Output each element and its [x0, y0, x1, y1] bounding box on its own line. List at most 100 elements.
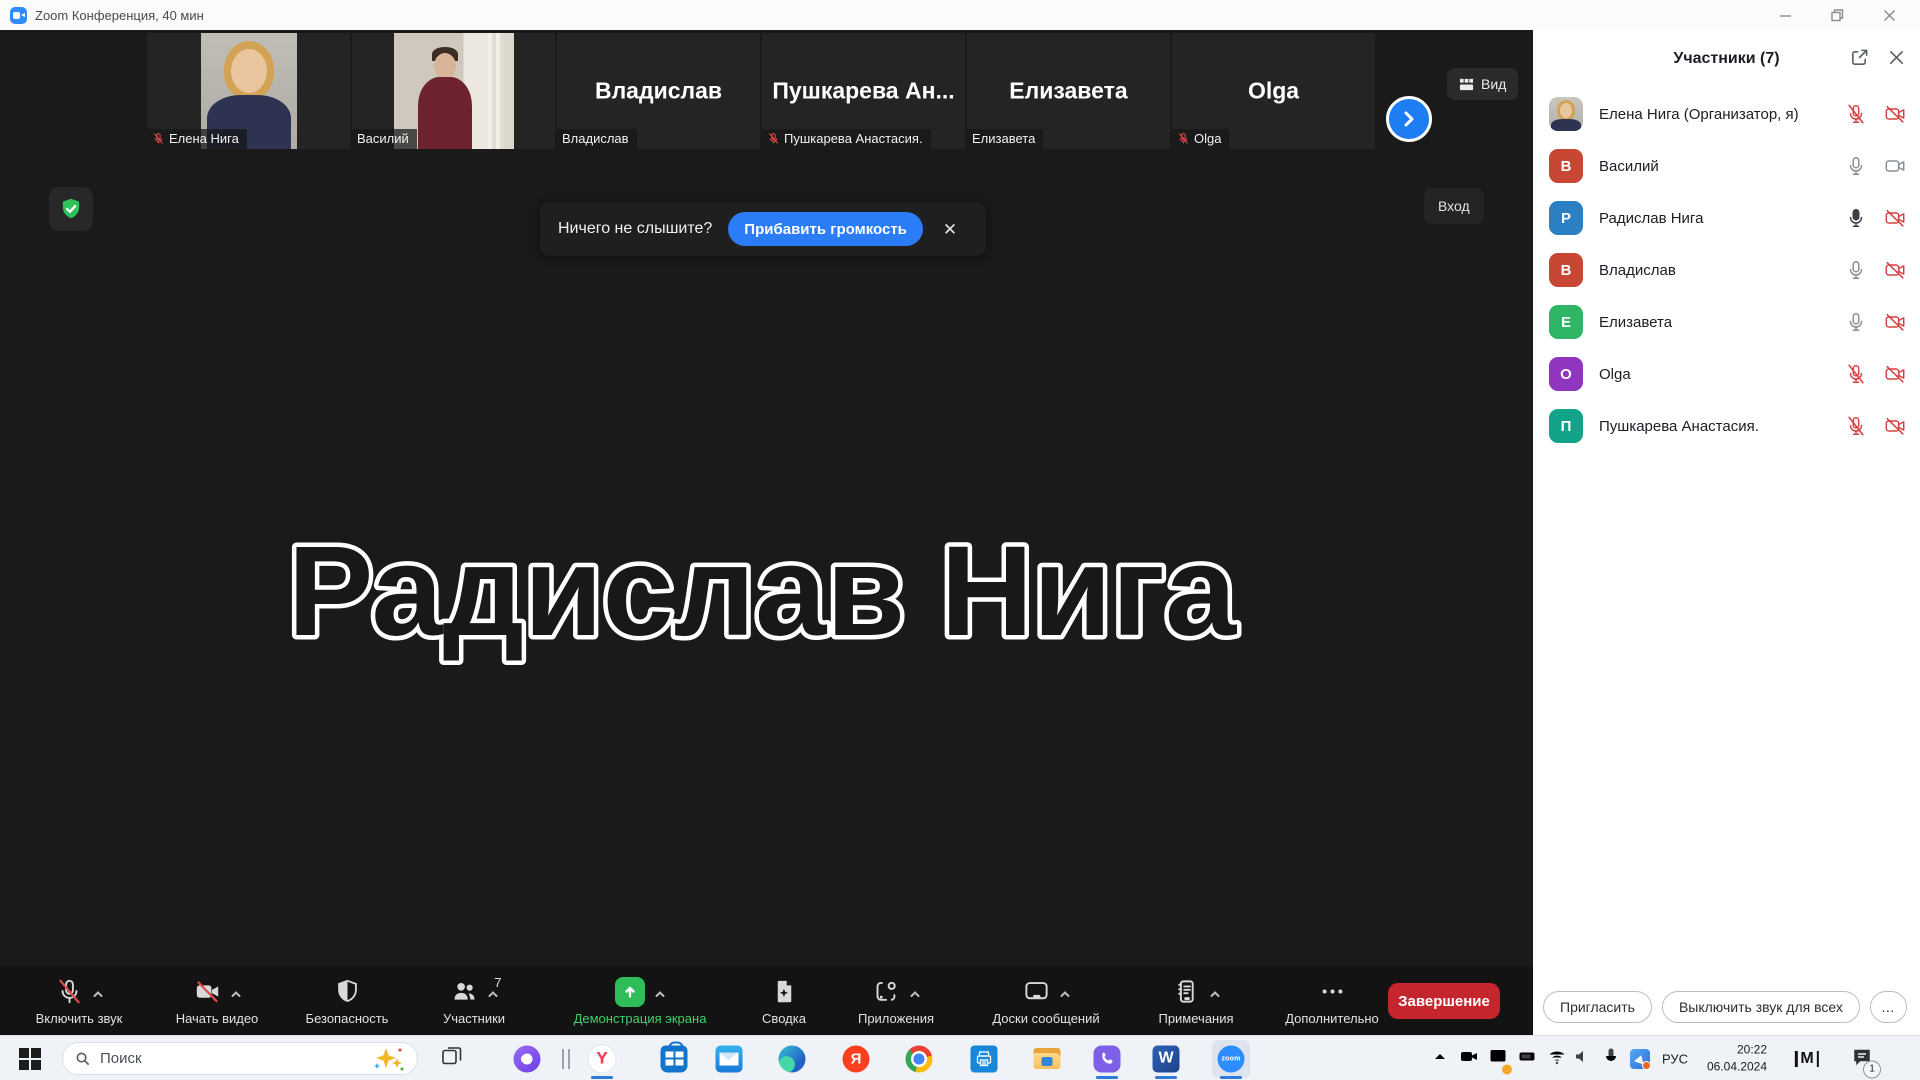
participant-row[interactable]: Елена Нига (Организатор, я): [1533, 88, 1920, 140]
active-app-indicator: [1096, 1076, 1118, 1079]
close-button[interactable]: [1880, 6, 1898, 24]
mic-status-icon: [1845, 415, 1867, 437]
tile-name-label: Пушкарева Анастасия.: [762, 129, 931, 149]
file-explorer-icon[interactable]: [1034, 1048, 1061, 1070]
video-tile-pushkareva[interactable]: Пушкарева Ан... Пушкарева Анастасия.: [762, 33, 965, 149]
yandex-browser-icon[interactable]: Y: [589, 1045, 616, 1072]
apps-options-chevron[interactable]: [910, 987, 920, 997]
mail-app-icon[interactable]: [716, 1045, 743, 1072]
mic-muted-icon: [1177, 132, 1190, 145]
more-button[interactable]: Дополнительно: [1264, 977, 1400, 1026]
yandex-app-icon[interactable]: Я: [843, 1045, 870, 1072]
zoom-app-icon: [10, 7, 27, 24]
banner-close-icon[interactable]: ✕: [943, 221, 957, 238]
task-view-button[interactable]: [440, 1044, 464, 1073]
tray-screenshare-icon[interactable]: [1488, 1046, 1508, 1071]
active-app-indicator: [591, 1076, 613, 1079]
notification-center[interactable]: 1: [1852, 1046, 1872, 1071]
tray-battery-icon[interactable]: [1518, 1046, 1538, 1071]
chrome-browser-icon[interactable]: [906, 1045, 933, 1072]
tile-center-name: Владислав: [557, 78, 760, 105]
audio-banner: Ничего не слышите? Прибавить громкость ✕: [540, 202, 986, 256]
video-options-chevron[interactable]: [231, 987, 241, 997]
tile-name-label: Василий: [352, 129, 417, 149]
tray-time: 20:22: [1707, 1041, 1767, 1058]
clock[interactable]: 20:2206.04.2024: [1707, 1041, 1767, 1076]
participant-row[interactable]: O Olga: [1533, 348, 1920, 400]
end-meeting-button[interactable]: Завершение: [1388, 983, 1500, 1019]
mic-muted-icon: [56, 978, 83, 1005]
camera-status-icon: [1884, 155, 1906, 177]
mute-all-button[interactable]: Выключить звук для всех: [1662, 991, 1860, 1023]
participants-count: 7: [494, 975, 501, 990]
im-logo[interactable]: М: [1795, 1050, 1819, 1068]
participant-name: Пушкарева Анастасия.: [1599, 418, 1845, 435]
whiteboard-icon: [1023, 978, 1050, 1005]
view-button[interactable]: Вид: [1447, 68, 1518, 100]
share-screen-button[interactable]: Демонстрация экрана: [540, 977, 740, 1026]
popout-icon[interactable]: [1850, 48, 1869, 67]
edge-browser-icon[interactable]: [779, 1045, 806, 1072]
tray-date: 06.04.2024: [1707, 1059, 1767, 1076]
mic-status-icon: [1845, 103, 1867, 125]
participants-panel: Участники (7) Елена Нига (Организатор, я…: [1533, 30, 1920, 1035]
participants-button[interactable]: 7 Участники: [408, 977, 540, 1026]
restore-button[interactable]: [1828, 6, 1846, 24]
tray-punto-app-icon[interactable]: [1630, 1049, 1650, 1069]
panel-more-button[interactable]: …: [1870, 991, 1907, 1023]
avatar: В: [1549, 253, 1583, 287]
tray-expand-chevron[interactable]: [1430, 1046, 1450, 1071]
participant-row[interactable]: В Василий: [1533, 140, 1920, 192]
participant-name: Елена Нига (Организатор, я): [1599, 106, 1845, 123]
next-page-button[interactable]: [1386, 96, 1432, 142]
taskbar-search[interactable]: Поиск: [62, 1042, 418, 1075]
unmute-button[interactable]: Включить звук: [10, 977, 148, 1026]
camera-status-icon: [1884, 259, 1906, 281]
security-status-chip[interactable]: [49, 187, 93, 231]
start-video-button[interactable]: Начать видео: [148, 977, 286, 1026]
summary-button[interactable]: Сводка: [740, 977, 828, 1026]
video-tile-olga[interactable]: Olga Olga: [1172, 33, 1375, 149]
minimize-button[interactable]: [1776, 6, 1794, 24]
tray-mic-icon[interactable]: [1601, 1046, 1621, 1071]
alice-assistant-icon[interactable]: [514, 1045, 541, 1072]
video-tile-vladislav[interactable]: Владислав Владислав: [557, 33, 760, 149]
apps-button[interactable]: Приложения: [828, 977, 964, 1026]
notes-button[interactable]: Примечания: [1128, 977, 1264, 1026]
participants-panel-header: Участники (7): [1533, 30, 1920, 88]
video-tile-elizaveta[interactable]: Елизавета Елизавета: [967, 33, 1170, 149]
tray-wifi-icon[interactable]: [1547, 1046, 1567, 1071]
mic-options-chevron[interactable]: [93, 987, 103, 997]
whiteboards-button[interactable]: Доски сообщений: [964, 977, 1128, 1026]
participant-row[interactable]: П Пушкарева Анастасия.: [1533, 400, 1920, 452]
tray-volume-muted-icon[interactable]: [1573, 1046, 1593, 1071]
avatar: В: [1549, 149, 1583, 183]
participant-row[interactable]: Е Елизавета: [1533, 296, 1920, 348]
more-dots-icon: [1319, 978, 1346, 1005]
scanner-app-icon[interactable]: [971, 1045, 998, 1072]
view-button-label: Вид: [1481, 76, 1506, 92]
viber-app-icon[interactable]: [1094, 1045, 1121, 1072]
increase-volume-button[interactable]: Прибавить громкость: [728, 212, 923, 246]
language-indicator[interactable]: РУС: [1662, 1051, 1688, 1066]
video-tile-elena[interactable]: Елена Нига: [147, 33, 350, 149]
participant-row[interactable]: В Владислав: [1533, 244, 1920, 296]
close-panel-icon[interactable]: [1887, 48, 1906, 67]
tile-center-name: Пушкарева Ан...: [762, 78, 965, 105]
share-options-chevron[interactable]: [655, 987, 665, 997]
tile-name-label: Елизавета: [967, 129, 1043, 149]
copilot-sparkle-icon: [371, 1046, 405, 1072]
whiteboards-options-chevron[interactable]: [1060, 987, 1070, 997]
video-tile-vasiliy[interactable]: Василий: [352, 33, 555, 149]
notes-options-chevron[interactable]: [1210, 987, 1220, 997]
mic-muted-icon: [152, 132, 165, 145]
word-app-icon[interactable]: W: [1153, 1045, 1180, 1072]
participant-row[interactable]: Р Радислав Нига: [1533, 192, 1920, 244]
start-button[interactable]: [19, 1048, 41, 1070]
invite-button[interactable]: Пригласить: [1543, 991, 1652, 1023]
zoom-app-taskbar-icon[interactable]: zoom: [1218, 1045, 1245, 1072]
security-button[interactable]: Безопасность: [286, 977, 408, 1026]
microsoft-store-icon[interactable]: [661, 1045, 688, 1072]
tile-name-label: Olga: [1172, 129, 1229, 149]
tray-camera-icon[interactable]: [1459, 1046, 1479, 1071]
